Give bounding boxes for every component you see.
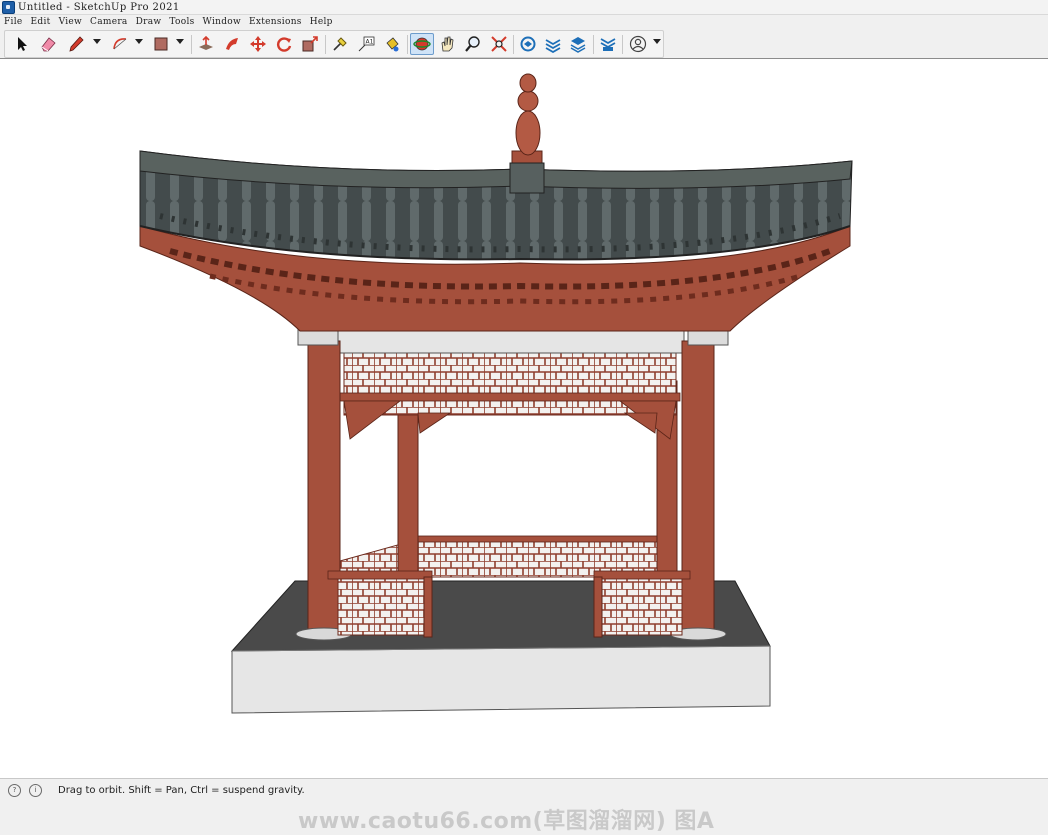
menu-edit[interactable]: Edit <box>27 17 55 27</box>
menu-help[interactable]: Help <box>306 17 337 27</box>
tiled-roof <box>139 150 853 261</box>
extension-warehouse-icon[interactable] <box>542 34 564 54</box>
pan-icon[interactable] <box>436 34 458 54</box>
window-title: Untitled - SketchUp Pro 2021 <box>18 1 180 13</box>
push-pull-icon[interactable] <box>195 34 217 54</box>
pencil-line-icon[interactable] <box>65 34 87 54</box>
menu-extensions[interactable]: Extensions <box>245 17 306 27</box>
model-viewport[interactable]: www.caotu66.com(草图溜溜网) 图A <box>0 58 1048 834</box>
zoom-extents-icon[interactable] <box>488 34 510 54</box>
title-bar: Untitled - SketchUp Pro 2021 <box>0 0 1048 15</box>
menu-window[interactable]: Window <box>199 17 245 27</box>
select-arrow-icon[interactable] <box>11 34 33 54</box>
follow-me-icon[interactable] <box>221 34 243 54</box>
menu-draw[interactable]: Draw <box>132 17 166 27</box>
menu-camera[interactable]: Camera <box>86 17 132 27</box>
status-bar: ? i Drag to orbit. Shift = Pan, Ctrl = s… <box>0 778 1048 801</box>
zoom-icon[interactable] <box>462 34 484 54</box>
getting-started-toolbar: A1 <box>0 29 1048 59</box>
lattice-frieze <box>339 352 681 440</box>
watermark-text: www.caotu66.com(草图溜溜网) 图A <box>298 809 715 834</box>
account-dropdown-icon[interactable] <box>653 39 661 44</box>
arc-icon[interactable] <box>109 34 131 54</box>
text-icon[interactable]: A1 <box>355 34 377 54</box>
pavilion-model <box>139 73 853 714</box>
move-icon[interactable] <box>247 34 269 54</box>
svg-text:A1: A1 <box>366 39 374 46</box>
tape-measure-icon[interactable] <box>329 34 351 54</box>
status-text: Drag to orbit. Shift = Pan, Ctrl = suspe… <box>58 784 305 796</box>
rotate-icon[interactable] <box>273 34 295 54</box>
menu-file[interactable]: File <box>0 17 27 27</box>
menu-bar: File Edit View Camera Draw Tools Window … <box>0 15 1048 28</box>
sketchup-app-icon <box>2 0 15 14</box>
line-tools-dropdown-icon[interactable] <box>93 39 101 44</box>
3d-warehouse-icon[interactable] <box>517 34 539 54</box>
menu-tools[interactable]: Tools <box>165 17 198 27</box>
roof-finial <box>509 73 545 194</box>
info-icon[interactable]: i <box>29 783 42 797</box>
menu-view[interactable]: View <box>55 17 86 27</box>
geo-location-icon[interactable]: ? <box>8 783 21 797</box>
arc-tools-dropdown-icon[interactable] <box>135 39 143 44</box>
toolbar-strip: A1 <box>4 30 664 58</box>
scale-icon[interactable] <box>299 34 321 54</box>
extension-manager-icon[interactable] <box>597 34 619 54</box>
orbit-icon[interactable] <box>410 33 434 55</box>
paint-bucket-icon[interactable] <box>381 34 403 54</box>
eraser-icon[interactable] <box>37 34 59 54</box>
rectangle-shape-icon[interactable] <box>150 34 172 54</box>
layout-icon[interactable] <box>567 34 589 54</box>
shape-tools-dropdown-icon[interactable] <box>176 39 184 44</box>
account-icon[interactable] <box>627 34 649 54</box>
